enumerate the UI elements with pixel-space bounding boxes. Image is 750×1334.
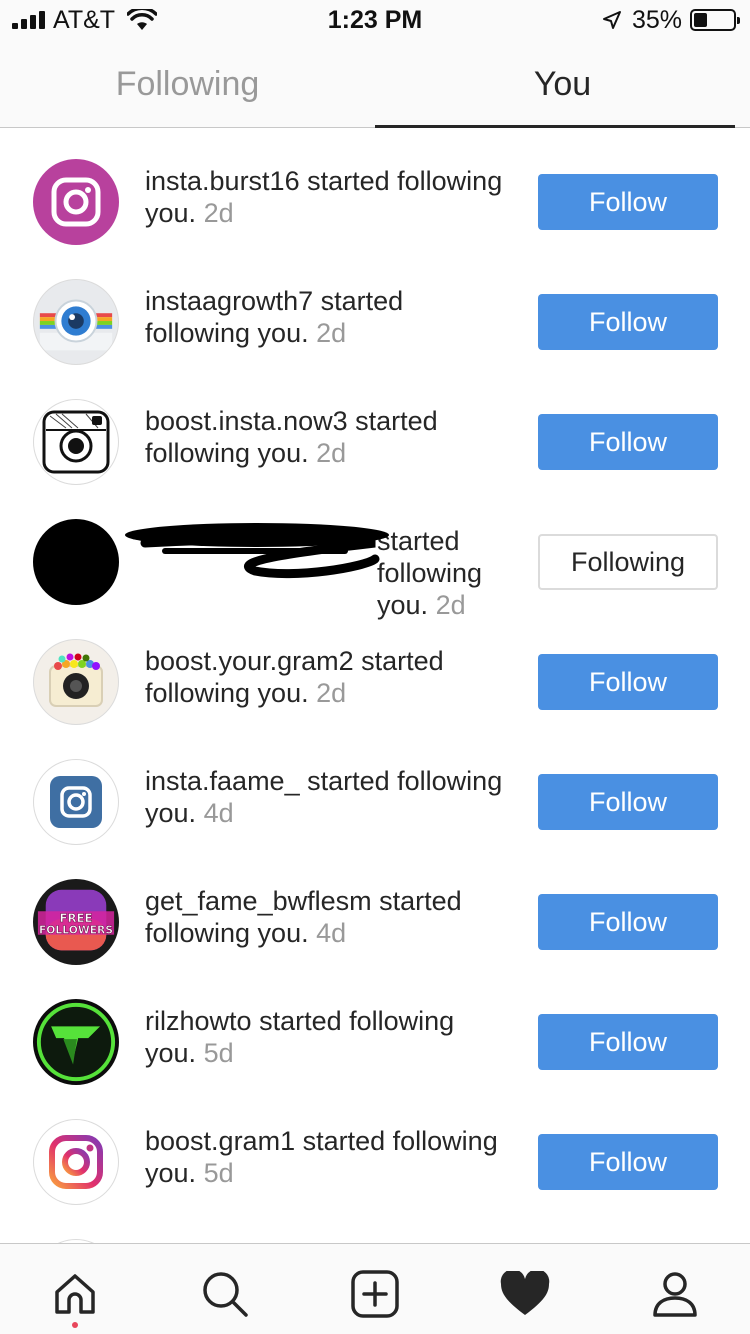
activity-text: boost.your.gram2 started following you. … [145, 645, 505, 709]
avatar[interactable] [33, 519, 119, 605]
avatar[interactable] [33, 279, 119, 365]
badge-text-bottom: FOLLOWERS [39, 924, 113, 937]
add-post-icon[interactable] [345, 1264, 405, 1324]
list-item: insta.burst16 started following you. 2d … [0, 129, 750, 249]
green-logo-icon [36, 1002, 116, 1082]
tab-following[interactable]: Following [0, 40, 375, 128]
list-item: started following you. 2d Following [0, 489, 750, 620]
activity-age: 2d [316, 678, 347, 708]
bead-camera-icon [49, 653, 103, 707]
battery-percent: 35% [631, 5, 682, 34]
activity-age: 4d [316, 918, 347, 948]
avatar[interactable] [33, 159, 119, 245]
username-link[interactable]: boost.your.gram2 [145, 646, 354, 676]
bottom-navigation [0, 1243, 750, 1334]
profile-icon[interactable] [645, 1264, 705, 1324]
username-link[interactable]: insta.burst16 [145, 166, 300, 196]
follow-button[interactable]: Follow [538, 1134, 718, 1190]
activity-text: insta.burst16 started following you. 2d [145, 165, 505, 229]
activity-text: boost.gram1 started following you. 5d [145, 1125, 505, 1189]
instagram-logo-icon [50, 776, 102, 828]
follow-button[interactable]: Follow [538, 294, 718, 350]
battery-fill [694, 13, 708, 27]
location-arrow-icon [602, 11, 621, 29]
activity-age: 5d [203, 1158, 234, 1188]
activity-age: 4d [203, 798, 234, 828]
username-link[interactable]: instaagrowth7 [145, 286, 313, 316]
status-bar: AT&T 1:23 PM 35% [0, 0, 750, 40]
activity-text: insta.faame_ started following you. 4d [145, 765, 505, 829]
activity-text: rilzhowto started following you. 5d [145, 1005, 505, 1069]
activity-age: 2d [316, 318, 347, 348]
avatar[interactable] [33, 639, 119, 725]
tab-you[interactable]: You [375, 40, 750, 128]
list-item: FREE FOLLOWERS get_fame_bwflesm started … [0, 849, 750, 969]
list-item: rilzhowto started following you. 5d Foll… [0, 969, 750, 1089]
list-item: insta.faame_ started following you. 4d F… [0, 729, 750, 849]
activity-list[interactable]: insta.burst16 started following you. 2d … [0, 129, 750, 1243]
avatar[interactable] [33, 759, 119, 845]
avatar[interactable] [33, 1119, 119, 1205]
activity-text: instaagrowth7 started following you. 2d [145, 285, 505, 349]
activity-age: 2d [316, 438, 347, 468]
username-link[interactable]: boost.insta.now3 [145, 406, 348, 436]
instagram-logo-icon [49, 1135, 103, 1189]
username-link[interactable]: insta.faame_ [145, 766, 300, 796]
follow-button[interactable]: Follow [538, 654, 718, 710]
username-link[interactable]: boost.gram1 [145, 1126, 295, 1156]
username-link[interactable]: rilzhowto [145, 1006, 252, 1036]
avatar[interactable] [33, 399, 119, 485]
list-item: boost.insta.now3 started following you. … [0, 369, 750, 489]
avatar[interactable]: FREE FOLLOWERS [33, 879, 119, 965]
avatar[interactable] [33, 999, 119, 1085]
list-item: boost.your.gram2 started following you. … [0, 609, 750, 729]
following-button[interactable]: Following [538, 534, 718, 590]
active-tab-indicator [375, 125, 735, 128]
follow-button[interactable]: Follow [538, 774, 718, 830]
activity-age: 2d [203, 198, 234, 228]
sketch-camera-icon [42, 410, 110, 474]
redaction-scribble [125, 523, 389, 579]
heart-icon[interactable] [495, 1264, 555, 1324]
follow-button[interactable]: Follow [538, 894, 718, 950]
username-link[interactable]: get_fame_bwflesm [145, 886, 372, 916]
list-item [0, 1209, 750, 1243]
follow-button[interactable]: Follow [538, 174, 718, 230]
free-followers-icon: FREE FOLLOWERS [37, 889, 115, 951]
follow-button[interactable]: Follow [538, 1014, 718, 1070]
home-icon[interactable] [45, 1264, 105, 1324]
follow-button[interactable]: Follow [538, 414, 718, 470]
status-right: 35% [602, 5, 740, 34]
activity-text: get_fame_bwflesm started following you. … [145, 885, 505, 949]
battery-icon [690, 9, 740, 31]
activity-tabs: Following You [0, 40, 750, 128]
activity-age: 5d [203, 1038, 234, 1068]
activity-text: boost.insta.now3 started following you. … [145, 405, 505, 469]
list-item: boost.gram1 started following you. 5d Fo… [0, 1089, 750, 1209]
search-icon[interactable] [195, 1264, 255, 1324]
list-item: instaagrowth7 started following you. 2d … [0, 249, 750, 369]
camera-lens-icon [39, 299, 113, 351]
instagram-logo-icon [51, 177, 101, 227]
notification-dot [72, 1322, 78, 1328]
